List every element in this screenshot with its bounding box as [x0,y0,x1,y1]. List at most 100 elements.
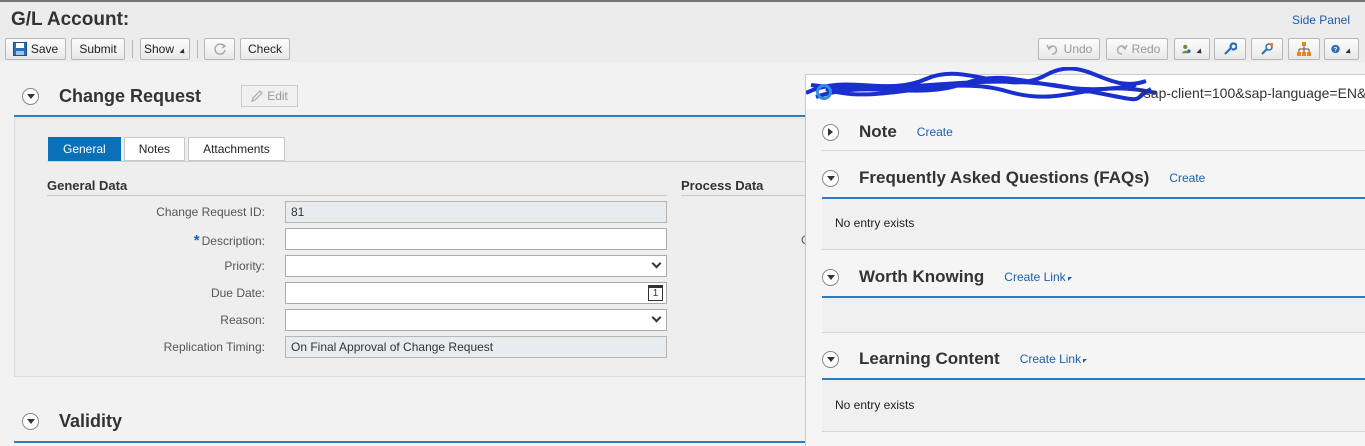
description-label-wrap: * Description: [194,232,265,249]
faq-header: Frequently Asked Questions (FAQs) Create [822,168,1205,188]
collapse-toggle[interactable] [822,350,839,368]
calendar-icon[interactable]: 1 [648,285,663,301]
edit-label: Edit [267,89,288,103]
hierarchy-button[interactable] [1288,38,1320,60]
undo-label: Undo [1063,42,1093,56]
wrench-icon [1224,42,1237,55]
browser-icon [816,84,832,100]
wrench-settings-icon [1261,43,1273,55]
tab-bar: General Notes Attachments [48,137,285,161]
tab-notes[interactable]: Notes [123,137,186,161]
refresh-icon [213,43,226,55]
tab-general[interactable]: General [48,137,121,161]
group-divider [681,195,815,196]
chevron-down-icon [26,419,35,424]
change-request-header: Change Request Edit [22,85,299,107]
page-title: G/L Account: [11,9,130,30]
undo-icon [1045,44,1057,55]
faq-create-link[interactable]: Create [1169,171,1205,185]
worth-knowing-link-label: Create Link [1004,270,1066,284]
note-create-link[interactable]: Create [917,125,953,139]
submit-label: Submit [79,42,117,56]
customize-button[interactable] [1251,38,1283,60]
show-menu-button[interactable]: Show [140,38,190,60]
toolbar: Save Submit Show Check Undo Redo ? [0,38,1365,62]
user-settings-button[interactable] [1174,38,1210,60]
dropdown-caret-icon [179,48,187,56]
replication-timing-row: Replication Timing: On Final Approval of… [15,336,675,358]
change-request-id-label: Change Request ID: [156,205,265,219]
submit-button[interactable]: Submit [71,38,125,60]
url-bar: ?sap-client=100&sap-language=EN& [806,67,1365,109]
worth-knowing-link[interactable]: Create Link [1004,270,1072,284]
collapse-toggle[interactable] [22,413,39,430]
reason-label: Reason: [220,313,265,327]
learning-content-title: Learning Content [859,349,1000,368]
pencil-icon [251,90,264,102]
undo-button[interactable]: Undo [1038,38,1100,60]
learning-content-link-label: Create Link [1019,352,1082,366]
description-input[interactable] [285,228,667,250]
tab-attachments[interactable]: Attachments [188,137,285,161]
general-data-title: General Data [47,178,128,193]
hierarchy-icon [1297,42,1311,56]
faq-content: No entry exists [822,199,1365,250]
url-text: ?sap-client=100&sap-language=EN& [1136,85,1365,101]
side-panel: ?sap-client=100&sap-language=EN& Note Cr… [805,67,1365,446]
toolbar-separator [197,40,198,58]
save-button[interactable]: Save [5,38,66,60]
change-request-id-field: 81 [285,201,667,223]
save-label: Save [30,42,59,56]
reason-select[interactable] [285,309,667,331]
dropdown-caret-icon [1196,48,1204,56]
expand-toggle[interactable] [822,123,839,141]
redaction-scribble [806,67,1157,102]
check-button[interactable]: Check [240,38,290,60]
validity-title: Validity [59,411,123,431]
section-divider [822,150,1365,151]
chevron-down-icon [826,175,835,181]
learning-content-link[interactable]: Create Link [1019,352,1088,366]
priority-label: Priority: [224,259,265,273]
priority-row: Priority: [15,255,675,277]
redo-label: Redo [1131,42,1161,56]
validity-header: Validity [22,411,122,432]
change-request-panel: General Notes Attachments General Data P… [14,118,815,377]
chevron-down-icon [651,258,662,269]
learning-content-empty-text: No entry exists [835,398,915,412]
check-label: Check [247,42,282,56]
change-request-id-row: Change Request ID: 81 [15,201,675,223]
description-label: Description: [201,234,265,248]
edit-button[interactable]: Edit [241,85,299,107]
toolbar-separator [132,40,133,58]
change-request-title: Change Request [59,85,202,106]
dropdown-caret-icon [1345,48,1353,56]
refresh-button[interactable] [204,38,235,60]
help-button[interactable]: ? [1324,38,1359,60]
collapse-toggle[interactable] [22,87,39,105]
worth-knowing-title: Worth Knowing [859,267,985,286]
dropdown-caret-icon [1067,277,1072,281]
priority-select[interactable] [285,255,667,277]
save-icon [12,42,27,56]
required-icon: * [193,232,200,249]
learning-content-content: No entry exists [822,380,1365,432]
section-divider [14,115,814,117]
chevron-down-icon [826,356,835,362]
process-data-title: Process Data [681,178,764,193]
collapse-toggle[interactable] [822,169,839,187]
tab-underline [47,161,814,162]
worth-knowing-content [822,298,1365,333]
svg-text:?: ? [1334,47,1338,54]
replication-timing-field: On Final Approval of Change Request [285,336,667,358]
redo-button[interactable]: Redo [1106,38,1168,60]
chevron-down-icon [651,312,662,323]
faq-title: Frequently Asked Questions (FAQs) [859,168,1150,187]
wrench-button[interactable] [1214,38,1246,60]
due-date-input[interactable]: 1 [285,282,667,304]
side-panel-link[interactable]: Side Panel [1292,13,1350,27]
dropdown-caret-icon [1083,359,1088,363]
faq-empty-text: No entry exists [835,216,915,230]
reason-row: Reason: [15,309,675,331]
collapse-toggle[interactable] [822,268,839,286]
